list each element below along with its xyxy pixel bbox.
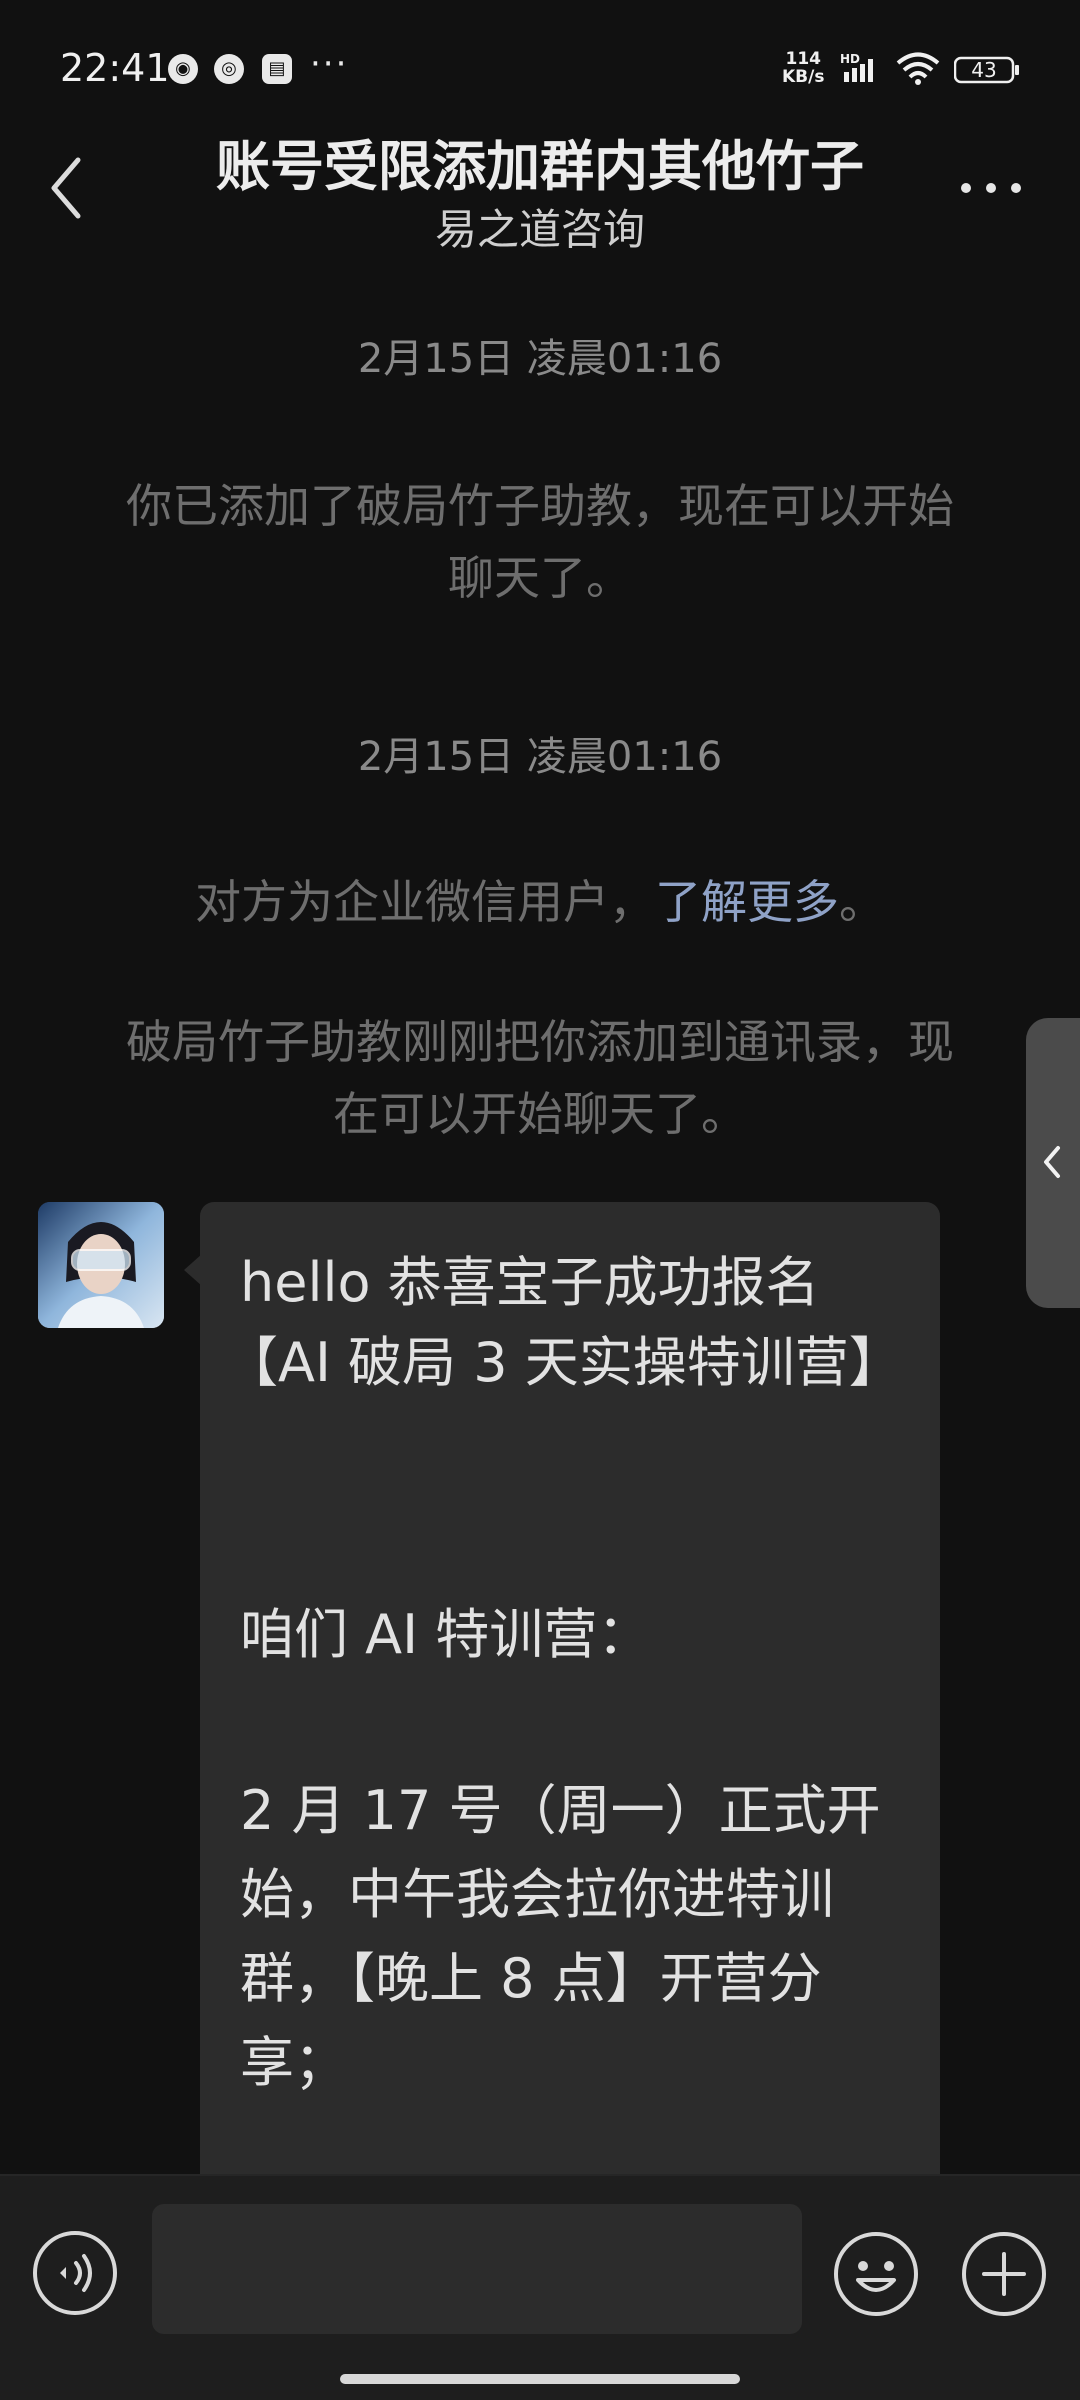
sender-avatar[interactable]: [38, 1202, 164, 1328]
message-text-line: 群，【晚上 8 点】开营分: [240, 1947, 822, 2010]
signal-icon: [844, 59, 873, 82]
chevron-left-icon: [1044, 1146, 1060, 1178]
network-speed-unit: KB/s: [782, 67, 825, 87]
message-text-line: 始，中午我会拉你进特训: [240, 1863, 834, 1926]
system-message-line: 破局竹子助教刚刚把你添加到通讯录，现: [126, 1015, 954, 1069]
message-text-line: 2 月 17 号（周一）正式开: [240, 1779, 881, 1842]
system-message-text: 。: [839, 875, 885, 929]
system-message: 你已添加了破局竹子助教，现在可以开始 聊天了。: [100, 470, 980, 614]
wifi-icon: [896, 52, 940, 85]
chat-input-bar: [0, 2174, 1080, 2400]
emoji-button[interactable]: [832, 2230, 920, 2318]
voice-input-button[interactable]: [32, 2230, 118, 2316]
network-speed-value: 114: [785, 49, 821, 69]
message-text-line: hello 恭喜宝子成功报名: [240, 1251, 820, 1314]
side-expand-tab[interactable]: [1026, 1018, 1080, 1308]
more-dots-icon: [961, 183, 1021, 193]
chevron-left-icon: [51, 157, 81, 219]
home-indicator[interactable]: [340, 2374, 740, 2384]
message-timestamp: 2月15日 凌晨01:16: [357, 734, 723, 780]
more-options-button[interactable]: [956, 170, 1026, 206]
chat-screen: 22:41 ◉ ◎ ▤ ··· 114 KB/s HD 43 账号受限添加群内其…: [0, 0, 1080, 2400]
message-text-line: 咱们 AI 特训营：: [240, 1603, 652, 1666]
voice-input-icon: [33, 2231, 117, 2315]
system-message: 对方为企业微信用户，了解更多。: [100, 866, 980, 938]
emoji-icon: [834, 2232, 918, 2316]
chat-subtitle: 易之道咨询: [434, 205, 645, 254]
system-message-line: 聊天了。: [448, 551, 632, 605]
message-timestamp: 2月15日 凌晨01:16: [357, 336, 723, 382]
avatar-portrait-image: [38, 1202, 164, 1328]
back-button[interactable]: [42, 150, 98, 226]
system-message-text: 对方为企业微信用户，: [195, 875, 655, 929]
system-message: 破局竹子助教刚刚把你添加到通讯录，现 在可以开始聊天了。: [100, 1006, 980, 1150]
plus-icon: [962, 2232, 1046, 2316]
system-message-line: 在可以开始聊天了。: [333, 1087, 747, 1141]
battery-level: 43: [971, 58, 997, 82]
status-bar: 22:41 ◉ ◎ ▤ ··· 114 KB/s HD 43: [0, 0, 1080, 140]
network-speed: 114 KB/s: [782, 50, 824, 86]
more-notifications-indicator: ···: [310, 44, 349, 84]
app-notification-icon: ▤: [262, 54, 292, 84]
learn-more-link[interactable]: 了解更多: [655, 875, 839, 929]
app-notification-icon: ◎: [214, 54, 244, 84]
chat-title: 账号受限添加群内其他竹子: [216, 135, 864, 198]
message-text-line: 【AI 破局 3 天实操特训营】: [224, 1331, 903, 1394]
message-input[interactable]: [152, 2204, 802, 2334]
message-text-line: 享；: [240, 2031, 348, 2094]
status-time: 22:41: [60, 46, 170, 90]
app-notification-icon: ◉: [168, 54, 198, 84]
system-message-line: 你已添加了破局竹子助教，现在可以开始: [126, 479, 954, 533]
more-functions-button[interactable]: [960, 2230, 1048, 2318]
